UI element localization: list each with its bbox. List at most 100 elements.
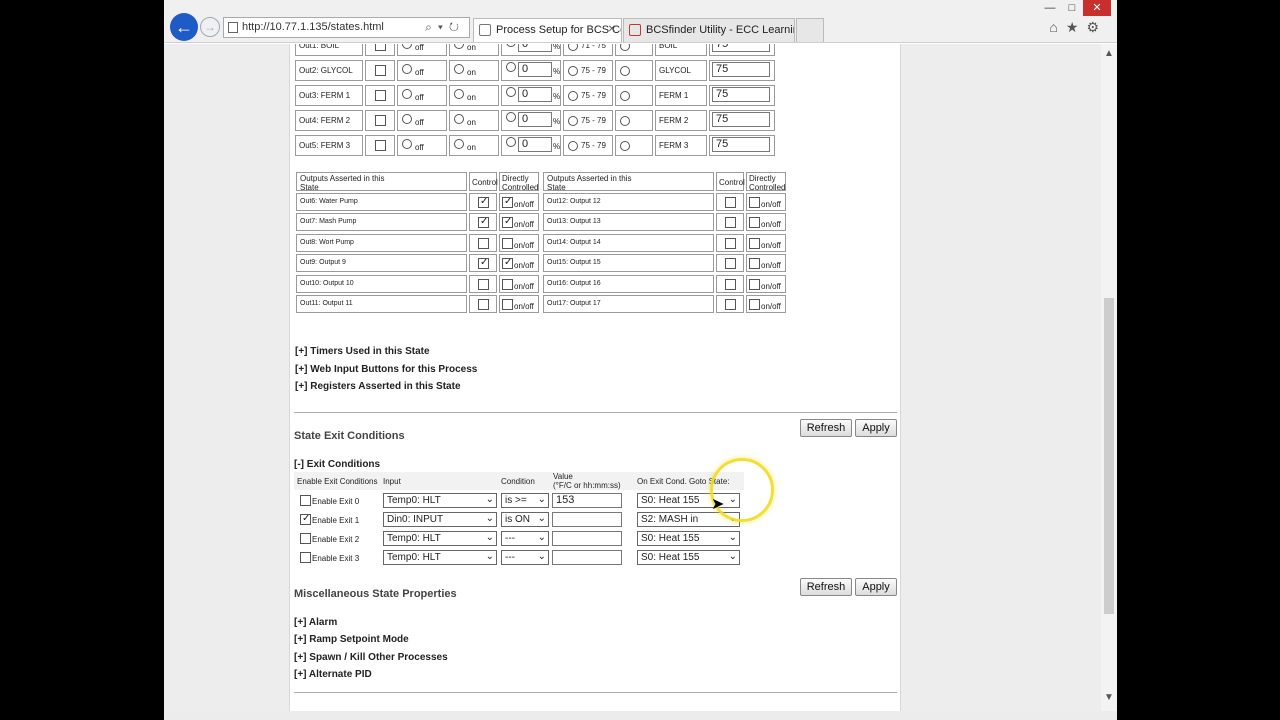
control-checkbox[interactable] xyxy=(375,44,386,51)
scroll-thumb[interactable] xyxy=(1104,298,1114,614)
output-control-checkbox[interactable] xyxy=(725,237,736,249)
range-radio[interactable] xyxy=(568,91,578,101)
output-direct-checkbox[interactable]: ✓ xyxy=(502,196,513,208)
output-direct-checkbox[interactable]: ✓ xyxy=(502,257,513,270)
output-direct-checkbox[interactable] xyxy=(749,258,760,270)
percent-radio[interactable] xyxy=(506,112,516,122)
output-control-checkbox[interactable] xyxy=(478,237,489,249)
control-checkbox[interactable] xyxy=(375,140,386,151)
enable-exit-checkbox[interactable]: ✓ xyxy=(300,513,311,525)
output-direct-checkbox[interactable] xyxy=(502,299,513,310)
output-direct-checkbox[interactable] xyxy=(749,237,760,249)
output-control-checkbox[interactable] xyxy=(478,278,489,290)
setpoint-radio[interactable] xyxy=(620,66,630,76)
enable-exit-checkbox[interactable] xyxy=(300,533,311,544)
setpoint-input[interactable]: 75 xyxy=(712,44,770,52)
maximize-icon[interactable]: □ xyxy=(1061,2,1083,14)
input-select[interactable]: Temp0: HLT ⌄ xyxy=(383,493,497,508)
percent-radio[interactable] xyxy=(506,137,516,147)
close-icon[interactable]: ✕ xyxy=(608,19,616,41)
output-direct-checkbox[interactable] xyxy=(749,217,760,229)
off-radio[interactable] xyxy=(402,114,412,124)
goto-state-select[interactable]: S0: Heat 155 ⌄ xyxy=(637,550,740,565)
output-direct-checkbox[interactable] xyxy=(502,237,513,249)
forward-icon[interactable]: → xyxy=(200,17,220,37)
range-radio[interactable] xyxy=(568,66,578,76)
output-control-checkbox[interactable]: ✓ xyxy=(478,216,489,229)
percent-input[interactable]: 0 xyxy=(518,112,552,127)
output-direct-checkbox[interactable]: ✓ xyxy=(502,216,513,229)
on-radio[interactable] xyxy=(454,64,464,74)
setpoint-input[interactable]: 75 xyxy=(712,137,770,152)
off-radio[interactable] xyxy=(402,89,412,99)
percent-radio[interactable] xyxy=(506,62,516,72)
control-checkbox[interactable] xyxy=(375,65,386,76)
alarm-toggle[interactable]: [+] Alarm xyxy=(294,617,337,628)
on-radio[interactable] xyxy=(454,89,464,99)
range-radio[interactable] xyxy=(568,116,578,126)
value-input[interactable] xyxy=(552,550,622,565)
percent-input[interactable]: 0 xyxy=(518,137,552,152)
control-checkbox[interactable] xyxy=(375,90,386,101)
value-input[interactable]: 153 xyxy=(552,493,622,508)
output-control-checkbox[interactable] xyxy=(725,258,736,270)
on-radio[interactable] xyxy=(454,114,464,124)
condition-select[interactable]: is ON ⌄ xyxy=(501,512,549,527)
percent-input[interactable]: 0 xyxy=(518,44,552,52)
home-icon[interactable]: ⌂ xyxy=(1049,19,1065,35)
control-checkbox[interactable] xyxy=(375,115,386,126)
refresh-button[interactable]: Refresh xyxy=(800,419,852,437)
off-radio[interactable] xyxy=(402,64,412,74)
setpoint-radio[interactable] xyxy=(620,116,630,126)
tab-process-setup[interactable]: Process Setup for BCS Cont... ✕ xyxy=(473,18,622,42)
setpoint-radio[interactable] xyxy=(620,44,630,51)
output-control-checkbox[interactable] xyxy=(725,299,736,310)
horizontal-scrollbar[interactable] xyxy=(164,711,1117,720)
registers-section-toggle[interactable]: [+] Registers Asserted in this State xyxy=(295,381,461,392)
input-select[interactable]: Temp0: HLT ⌄ xyxy=(383,550,497,565)
output-control-checkbox[interactable] xyxy=(725,278,736,290)
output-control-checkbox[interactable]: ✓ xyxy=(478,257,489,270)
scroll-up-icon[interactable]: ▲ xyxy=(1104,48,1114,59)
enable-exit-checkbox[interactable] xyxy=(300,495,311,506)
output-control-checkbox[interactable] xyxy=(725,217,736,229)
output-direct-checkbox[interactable] xyxy=(502,278,513,290)
output-direct-checkbox[interactable] xyxy=(749,197,760,208)
on-radio[interactable] xyxy=(454,139,464,149)
tab-bcsfinder[interactable]: BCSfinder Utility - ECC Learnin... xyxy=(623,18,795,42)
spawn-kill-toggle[interactable]: [+] Spawn / Kill Other Processes xyxy=(294,652,448,663)
input-select[interactable]: Din0: INPUT ⌄ xyxy=(383,512,497,527)
web-input-section-toggle[interactable]: [+] Web Input Buttons for this Process xyxy=(295,364,477,375)
condition-select[interactable]: is >= ⌄ xyxy=(501,493,549,508)
favorites-icon[interactable]: ★ xyxy=(1066,19,1087,35)
window-close-icon[interactable]: ✕ xyxy=(1083,0,1111,16)
range-radio[interactable] xyxy=(568,141,578,151)
off-radio[interactable] xyxy=(402,139,412,149)
scroll-down-icon[interactable]: ▼ xyxy=(1104,692,1114,703)
percent-radio[interactable] xyxy=(506,44,516,47)
percent-radio[interactable] xyxy=(506,87,516,97)
percent-input[interactable]: 0 xyxy=(518,62,552,77)
refresh-button-2[interactable]: Refresh xyxy=(800,578,852,596)
goto-state-select[interactable]: S0: Heat 155 ⌄ xyxy=(637,531,740,546)
input-select[interactable]: Temp0: HLT ⌄ xyxy=(383,531,497,546)
exit-conditions-toggle[interactable]: [-] Exit Conditions xyxy=(294,459,380,470)
ramp-setpoint-toggle[interactable]: [+] Ramp Setpoint Mode xyxy=(294,634,409,645)
value-input[interactable] xyxy=(552,531,622,546)
setpoint-input[interactable]: 75 xyxy=(712,87,770,102)
condition-select[interactable]: --- ⌄ xyxy=(501,550,549,565)
setpoint-radio[interactable] xyxy=(620,91,630,101)
setpoint-input[interactable]: 75 xyxy=(712,112,770,127)
setpoint-radio[interactable] xyxy=(620,141,630,151)
setpoint-input[interactable]: 75 xyxy=(712,62,770,77)
apply-button-2[interactable]: Apply xyxy=(855,578,897,596)
percent-input[interactable]: 0 xyxy=(518,87,552,102)
condition-select[interactable]: --- ⌄ xyxy=(501,531,549,546)
apply-button[interactable]: Apply xyxy=(855,419,897,437)
output-control-checkbox[interactable] xyxy=(725,197,736,208)
address-tools-icons[interactable]: ⌕▾↻ xyxy=(425,18,465,37)
output-control-checkbox[interactable]: ✓ xyxy=(478,196,489,208)
timers-section-toggle[interactable]: [+] Timers Used in this State xyxy=(295,346,430,357)
back-icon[interactable]: ← xyxy=(170,13,198,41)
off-radio[interactable] xyxy=(402,44,412,49)
